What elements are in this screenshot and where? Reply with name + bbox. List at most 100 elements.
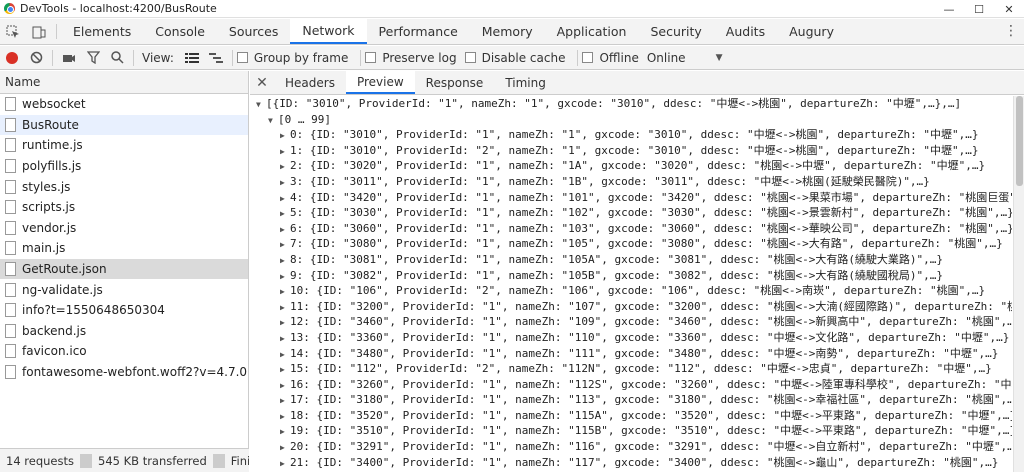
- request-row[interactable]: backend.js: [0, 320, 248, 342]
- filter-button[interactable]: [81, 46, 105, 70]
- search-button[interactable]: [105, 46, 129, 70]
- overview-button[interactable]: [204, 46, 228, 70]
- tab-augury[interactable]: Augury: [777, 19, 846, 44]
- json-array-item[interactable]: ▶ 7: {ID: "3080", ProviderId: "1", nameZh…: [250, 236, 1012, 252]
- group-by-frame-checkbox[interactable]: Group by frame: [236, 51, 348, 65]
- waterfall-icon: [208, 52, 223, 63]
- inspect-icon: [6, 25, 19, 38]
- request-row[interactable]: GetRoute.json: [0, 258, 248, 280]
- json-range-node[interactable]: ▼ [0 … 99]: [250, 112, 1012, 128]
- tab-performance[interactable]: Performance: [367, 19, 470, 44]
- json-item-text: 21: {ID: "3400", ProviderId: "1", nameZh…: [290, 455, 999, 469]
- request-name: main.js: [22, 241, 66, 256]
- collapsed-triangle-icon: ▶: [280, 271, 285, 281]
- json-array-item[interactable]: ▶ 19: {ID: "3510", ProviderId: "1", nameZ…: [250, 423, 1012, 439]
- clear-button[interactable]: [24, 46, 48, 70]
- screenshot-button[interactable]: [57, 46, 81, 70]
- tab-preview[interactable]: Preview: [345, 71, 415, 94]
- request-row[interactable]: websocket: [0, 94, 248, 115]
- json-array-item[interactable]: ▶ 20: {ID: "3291", ProviderId: "1", nameZ…: [250, 439, 1012, 455]
- json-preview: ▼ [{ID: "3010", ProviderId: "1", nameZh: …: [250, 96, 1012, 472]
- scrollbar-thumb[interactable]: [1016, 96, 1023, 186]
- json-array-item[interactable]: ▶ 6: {ID: "3060", ProviderId: "1", nameZh…: [250, 221, 1012, 237]
- window-title-bar: DevTools - localhost:4200/BusRoute — ☐ ✕: [0, 0, 1024, 18]
- file-icon: [5, 97, 16, 112]
- offline-checkbox[interactable]: Offline: [582, 51, 639, 65]
- json-array-item[interactable]: ▶ 4: {ID: "3420", ProviderId: "1", nameZh…: [250, 190, 1012, 206]
- request-row[interactable]: vendor.js: [0, 218, 248, 239]
- maximize-button[interactable]: ☐: [964, 0, 994, 18]
- json-array-item[interactable]: ▶ 10: {ID: "106", ProviderId: "2", nameZh…: [250, 283, 1012, 299]
- list-icon: [184, 52, 199, 63]
- throttling-select[interactable]: Online ▼: [647, 51, 723, 65]
- json-array-item[interactable]: ▶ 5: {ID: "3030", ProviderId: "1", nameZh…: [250, 205, 1012, 221]
- tab-audits[interactable]: Audits: [714, 19, 777, 44]
- large-rows-button[interactable]: [180, 46, 204, 70]
- json-item-text: 0: {ID: "3010", ProviderId: "1", nameZh:…: [290, 128, 979, 142]
- chrome-icon: [4, 3, 15, 14]
- request-row[interactable]: ng-validate.js: [0, 279, 248, 300]
- request-row[interactable]: BusRoute: [0, 114, 248, 136]
- json-array-item[interactable]: ▶ 16: {ID: "3260", ProviderId: "1", nameZ…: [250, 377, 1012, 393]
- tab-console[interactable]: Console: [143, 19, 217, 44]
- tab-timing[interactable]: Timing: [494, 71, 557, 94]
- file-icon: [5, 138, 16, 153]
- json-array-item[interactable]: ▶ 0: {ID: "3010", ProviderId: "1", nameZh…: [250, 127, 1012, 143]
- json-array-item[interactable]: ▶ 21: {ID: "3400", ProviderId: "1", nameZ…: [250, 455, 1012, 471]
- tab-headers[interactable]: Headers: [274, 71, 346, 94]
- more-options-icon[interactable]: ⋮: [1004, 23, 1018, 39]
- json-array-item[interactable]: ▶ 1: {ID: "3010", ProviderId: "2", nameZh…: [250, 143, 1012, 159]
- json-array-item[interactable]: ▶ 3: {ID: "3011", ProviderId: "1", nameZh…: [250, 174, 1012, 190]
- file-icon: [5, 179, 16, 194]
- preview-scrollbar[interactable]: [1013, 96, 1024, 472]
- disable-cache-checkbox[interactable]: Disable cache: [464, 51, 565, 65]
- request-row[interactable]: scripts.js: [0, 196, 248, 218]
- json-array-item[interactable]: ▶ 13: {ID: "3360", ProviderId: "1", nameZ…: [250, 330, 1012, 346]
- request-row[interactable]: styles.js: [0, 176, 248, 197]
- record-button[interactable]: [0, 46, 24, 70]
- json-item-text: 10: {ID: "106", ProviderId: "2", nameZh:…: [290, 284, 986, 298]
- tab-network[interactable]: Network: [290, 19, 367, 44]
- json-array-item[interactable]: ▶ 9: {ID: "3082", ProviderId: "1", nameZh…: [250, 268, 1012, 284]
- detail-tab-bar: ✕ Headers Preview Response Timing: [250, 71, 1024, 95]
- json-array-item[interactable]: ▶ 15: {ID: "112", ProviderId: "2", nameZh…: [250, 361, 1012, 377]
- json-root-node[interactable]: ▼ [{ID: "3010", ProviderId: "1", nameZh: …: [250, 96, 1012, 112]
- tab-sources[interactable]: Sources: [217, 19, 290, 44]
- json-array-item[interactable]: ▶ 14: {ID: "3480", ProviderId: "1", nameZ…: [250, 346, 1012, 362]
- tab-security[interactable]: Security: [638, 19, 713, 44]
- inspect-element-button[interactable]: [0, 19, 26, 44]
- request-name: polyfills.js: [22, 159, 82, 174]
- minimize-button[interactable]: —: [934, 0, 964, 18]
- json-item-text: 8: {ID: "3081", ProviderId: "1", nameZh:…: [290, 252, 944, 266]
- request-row[interactable]: favicon.ico: [0, 341, 248, 362]
- preserve-log-checkbox[interactable]: Preserve log: [365, 51, 457, 65]
- filter-icon: [86, 51, 100, 64]
- request-name: scripts.js: [22, 200, 76, 215]
- request-row[interactable]: polyfills.js: [0, 155, 248, 177]
- json-array-item[interactable]: ▶ 12: {ID: "3460", ProviderId: "1", nameZ…: [250, 314, 1012, 330]
- json-array-item[interactable]: ▶ 8: {ID: "3081", ProviderId: "1", nameZh…: [250, 252, 1012, 268]
- json-array-item[interactable]: ▶ 18: {ID: "3520", ProviderId: "1", nameZ…: [250, 408, 1012, 424]
- request-row[interactable]: runtime.js: [0, 135, 248, 156]
- json-item-text: 2: {ID: "3020", ProviderId: "1", nameZh:…: [290, 159, 986, 173]
- request-row[interactable]: fontawesome-webfont.woff2?v=4.7.0: [0, 361, 248, 383]
- close-window-button[interactable]: ✕: [994, 0, 1024, 18]
- tab-application[interactable]: Application: [545, 19, 639, 44]
- close-detail-icon[interactable]: ✕: [250, 71, 274, 94]
- transferred-size: 545 KB transferred: [98, 453, 207, 468]
- request-row[interactable]: info?t=1550648650304: [0, 300, 248, 321]
- collapsed-triangle-icon: ▶: [280, 146, 285, 156]
- request-row[interactable]: main.js: [0, 238, 248, 259]
- json-item-text: 11: {ID: "3200", ProviderId: "1", nameZh…: [290, 299, 1012, 313]
- name-column-header[interactable]: Name: [0, 71, 248, 94]
- json-array-item[interactable]: ▶ 2: {ID: "3020", ProviderId: "1", nameZh…: [250, 158, 1012, 174]
- collapsed-triangle-icon: ▶: [280, 333, 285, 343]
- tab-memory[interactable]: Memory: [470, 19, 545, 44]
- json-array-item[interactable]: ▶ 17: {ID: "3180", ProviderId: "1", nameZ…: [250, 392, 1012, 408]
- tab-response[interactable]: Response: [415, 71, 495, 94]
- json-array-item[interactable]: ▶ 11: {ID: "3200", ProviderId: "1", nameZ…: [250, 299, 1012, 315]
- tab-elements[interactable]: Elements: [61, 19, 143, 44]
- device-toolbar-button[interactable]: [26, 19, 52, 44]
- json-item-text: 3: {ID: "3011", ProviderId: "1", nameZh:…: [290, 174, 930, 188]
- request-list: websocket BusRoute runtime.js polyfills.js s…: [0, 94, 248, 383]
